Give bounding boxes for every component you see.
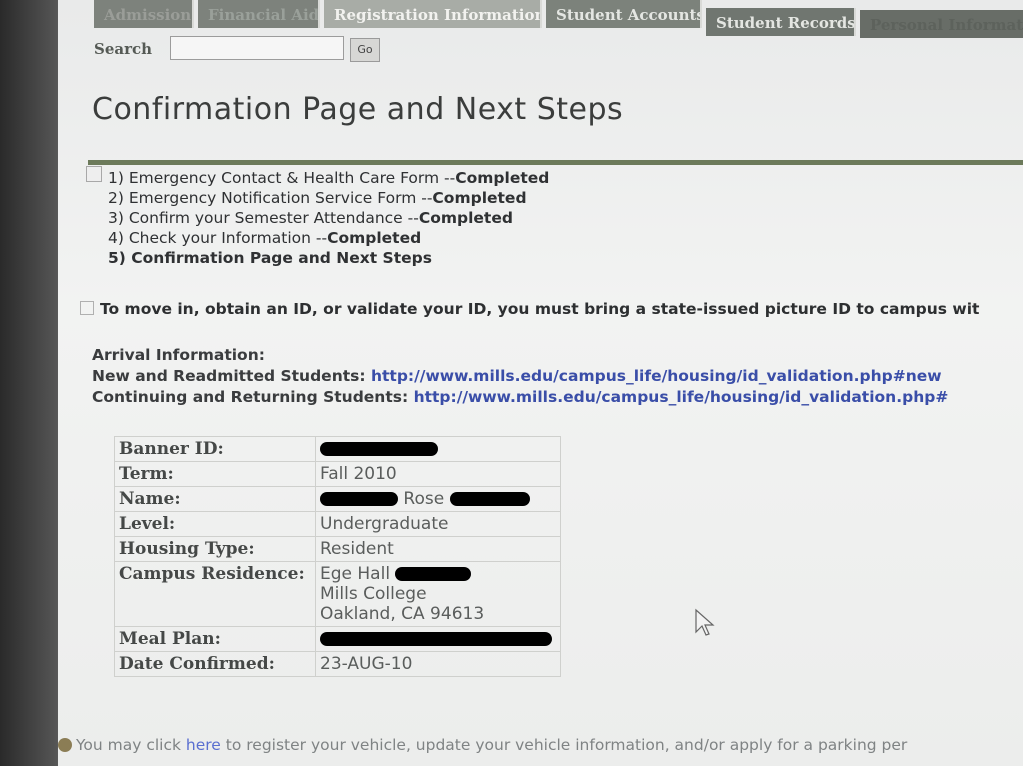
banner-id-value <box>315 436 561 462</box>
level-label: Level: <box>114 511 316 537</box>
date-confirmed-label: Date Confirmed: <box>114 651 316 677</box>
notice-text: To move in, obtain an ID, or validate yo… <box>100 300 980 318</box>
table-row: Housing Type: Resident <box>114 536 561 562</box>
title-divider <box>88 160 1023 165</box>
table-row: Level: Undergraduate <box>114 511 561 537</box>
search-input[interactable] <box>170 36 344 60</box>
redaction-mark <box>320 442 438 456</box>
table-row: Name: Rose <box>114 486 561 512</box>
level-value: Undergraduate <box>315 511 561 537</box>
step-item-2: 2) Emergency Notification Service Form -… <box>108 189 527 207</box>
notice-icon <box>80 301 94 315</box>
housing-type-value: Resident <box>315 536 561 562</box>
redaction-mark <box>320 632 552 646</box>
tab-registration-information[interactable]: Registration Information <box>324 0 542 28</box>
continuing-students-link[interactable]: http://www.mills.edu/campus_life/housing… <box>414 388 949 406</box>
step-checkbox[interactable] <box>86 166 102 182</box>
go-button[interactable]: Go <box>350 38 380 62</box>
name-label: Name: <box>114 486 316 512</box>
redaction-mark <box>395 567 472 581</box>
redaction-mark <box>320 492 398 506</box>
arrival-information: Arrival Information: New and Readmitted … <box>92 345 948 408</box>
meal-plan-value <box>315 626 561 652</box>
table-row: Term: Fall 2010 <box>114 461 561 487</box>
tab-financial-aid[interactable]: Financial Aid <box>198 0 320 28</box>
vehicle-note: You may click here to register your vehi… <box>58 736 907 754</box>
browser-page: Admission Financial Aid Registration Inf… <box>58 0 1023 766</box>
page-title: Confirmation Page and Next Steps <box>92 92 624 127</box>
vehicle-here-link[interactable]: here <box>186 736 221 754</box>
tab-personal-information[interactable]: Personal Information <box>860 10 1023 38</box>
continuing-students-label: Continuing and Returning Students: <box>92 388 409 406</box>
term-value: Fall 2010 <box>315 461 561 487</box>
campus-residence-label: Campus Residence: <box>114 561 316 627</box>
tab-admission[interactable]: Admission <box>94 0 194 28</box>
step-item-1: 1) Emergency Contact & Health Care Form … <box>108 169 550 187</box>
table-row: Meal Plan: <box>114 626 561 652</box>
confirmation-table: Banner ID: Term: Fall 2010 Name: Rose Le… <box>114 436 561 677</box>
table-row: Date Confirmed: 23-AUG-10 <box>114 651 561 677</box>
meal-plan-label: Meal Plan: <box>114 626 316 652</box>
step-list: 1) Emergency Contact & Health Care Form … <box>86 166 550 268</box>
step-item-4: 4) Check your Information --Completed <box>108 229 422 247</box>
new-students-link[interactable]: http://www.mills.edu/campus_life/housing… <box>371 367 942 385</box>
name-value: Rose <box>315 486 561 512</box>
step-item-5: 5) Confirmation Page and Next Steps <box>108 249 432 267</box>
housing-type-label: Housing Type: <box>114 536 316 562</box>
id-notice: To move in, obtain an ID, or validate yo… <box>80 300 979 318</box>
step-item-3: 3) Confirm your Semester Attendance --Co… <box>108 209 513 227</box>
redaction-mark <box>449 492 530 506</box>
tab-bar: Admission Financial Aid Registration Inf… <box>94 0 1023 38</box>
banner-id-label: Banner ID: <box>114 436 316 462</box>
search-label: Search <box>94 40 153 58</box>
arrival-heading: Arrival Information: <box>92 346 265 364</box>
table-row: Banner ID: <box>114 436 561 462</box>
info-bullet-icon <box>58 738 72 752</box>
table-row: Campus Residence: Ege Hall Mills College… <box>114 561 561 627</box>
tab-student-records[interactable]: Student Records <box>706 8 856 36</box>
term-label: Term: <box>114 461 316 487</box>
mouse-cursor-icon <box>695 608 715 636</box>
tab-student-accounts[interactable]: Student Accounts <box>546 0 702 28</box>
date-confirmed-value: 23-AUG-10 <box>315 651 561 677</box>
campus-residence-value: Ege Hall Mills College Oakland, CA 94613 <box>315 561 561 627</box>
new-students-label: New and Readmitted Students: <box>92 367 366 385</box>
